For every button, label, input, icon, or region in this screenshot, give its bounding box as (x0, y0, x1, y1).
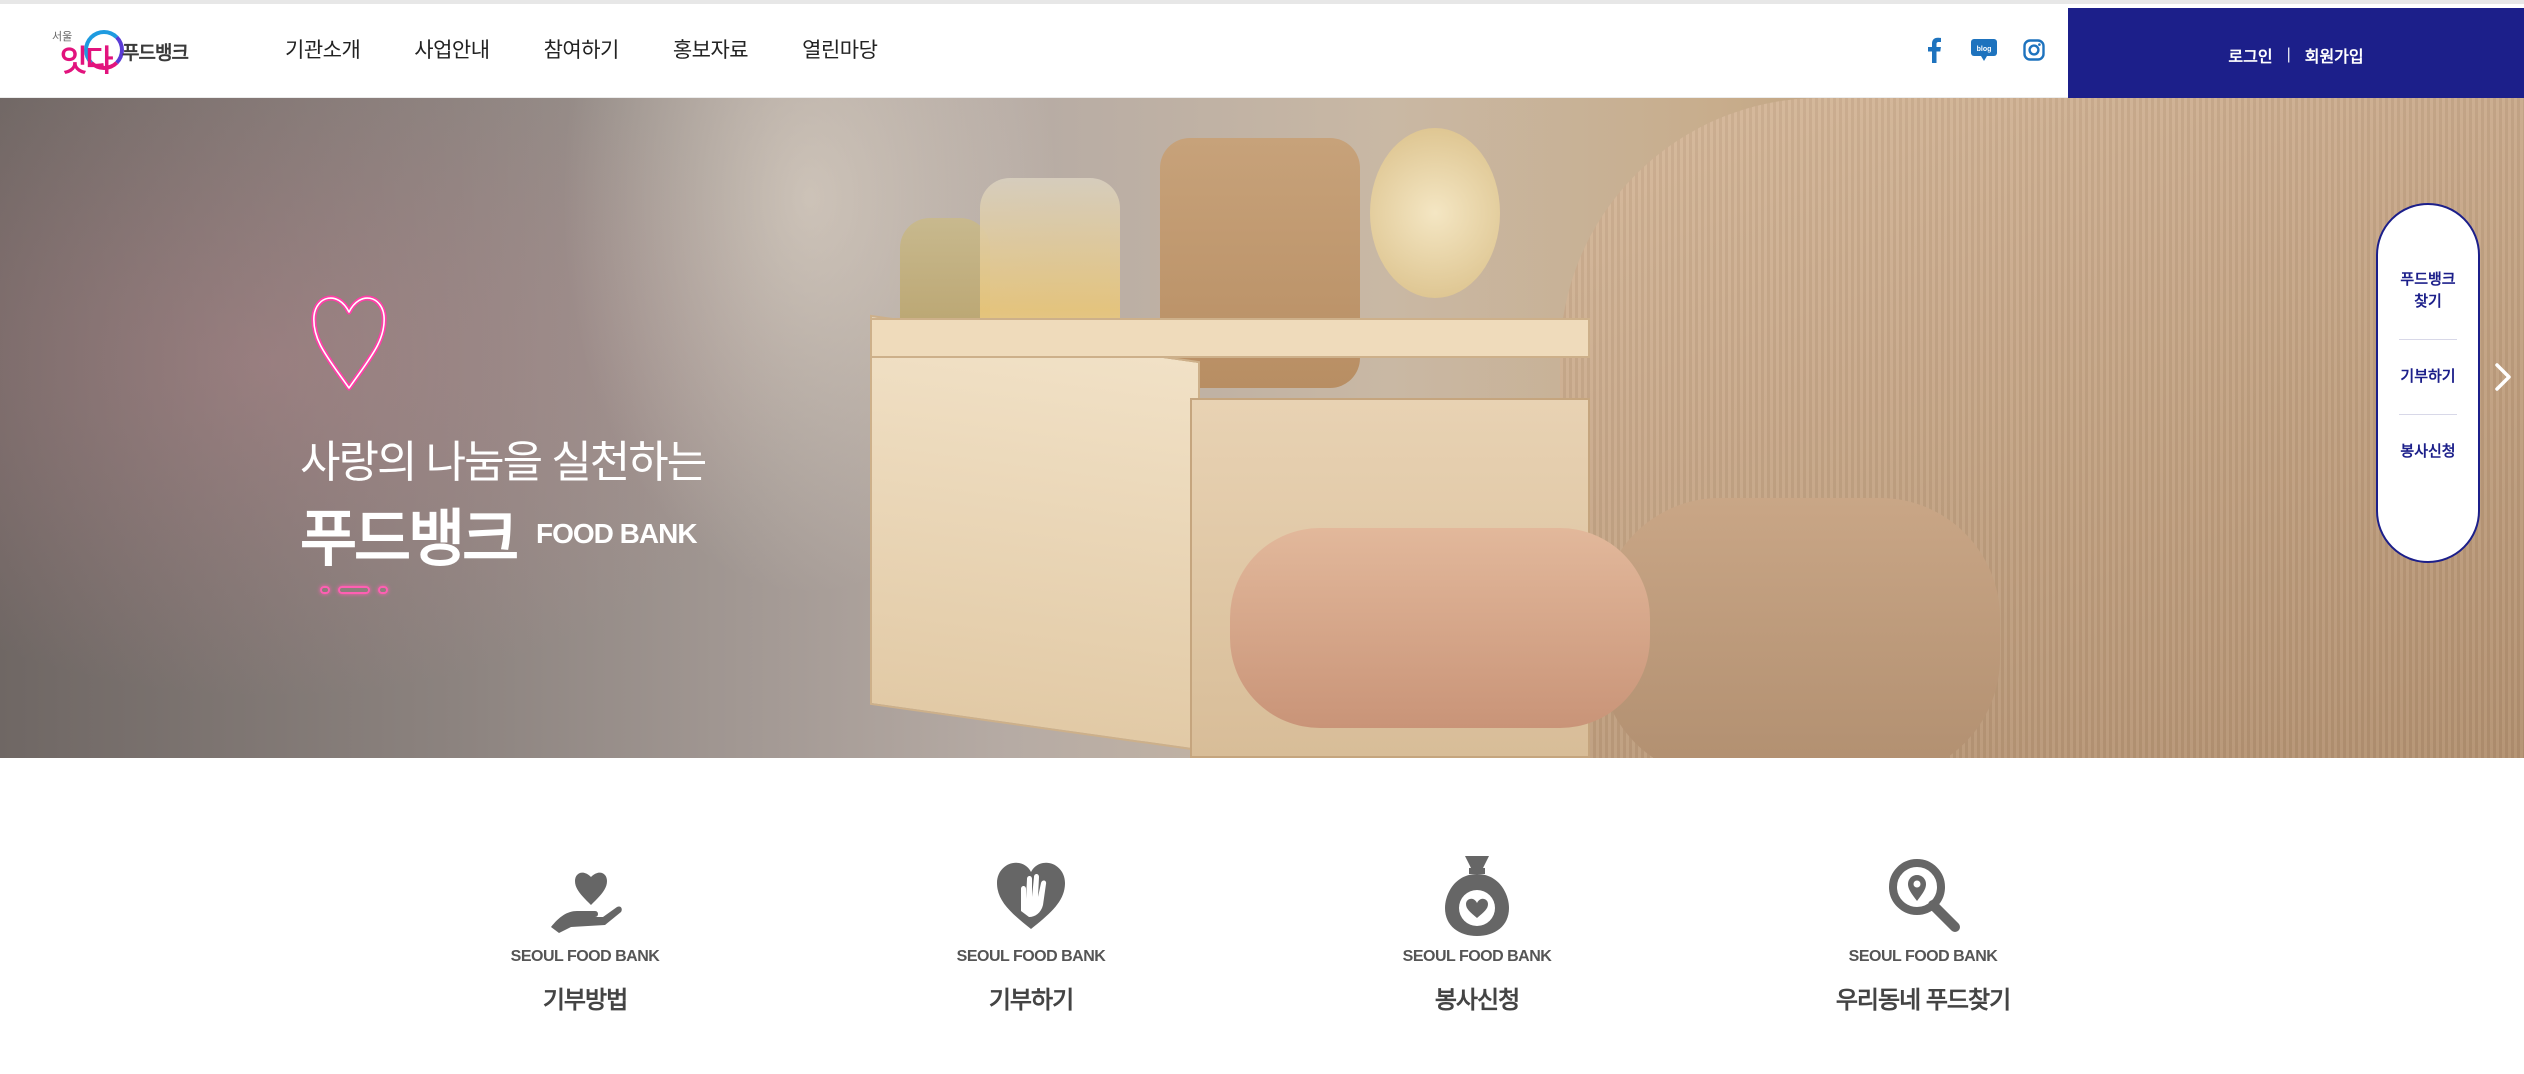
quick-link-en: SEOUL FOOD BANK (956, 948, 1106, 965)
slider-dot[interactable] (378, 586, 388, 594)
quick-link-label: 기부방법 (542, 987, 628, 1014)
money-bag-heart-icon (1432, 850, 1522, 940)
quick-link-en: SEOUL FOOD BANK (510, 948, 660, 965)
heart-give-icon (986, 850, 1076, 940)
quick-menu-divider (2399, 339, 2457, 340)
hero-banner: 사랑의 나눔을 실천하는 푸드뱅크 FOOD BANK (0, 98, 2524, 758)
quick-link-find-local[interactable]: SEOUL FOOD BANK 우리동네 푸드찾기 (1793, 850, 2053, 1015)
login-link[interactable]: 로그인 (2228, 43, 2272, 67)
hero-title-en: FOOD BANK (536, 518, 698, 549)
quick-link-label: 기부하기 (988, 987, 1074, 1014)
auth-separator: | (2286, 46, 2291, 63)
auth-bar: 로그인 | 회원가입 (2068, 8, 2524, 102)
facebook-icon[interactable] (1920, 36, 1948, 64)
quick-menu-donate[interactable]: 기부하기 (2388, 366, 2468, 388)
quick-links-section: SEOUL FOOD BANK 기부방법 SEOUL FOOD BANK 기부하… (0, 758, 2524, 1074)
nav-item-participate[interactable]: 참여하기 (544, 34, 620, 64)
quick-link-donation-method[interactable]: SEOUL FOOD BANK 기부방법 (455, 850, 715, 1015)
slider-dot-active[interactable] (338, 586, 370, 594)
instagram-icon[interactable] (2020, 36, 2048, 64)
hero-jar-image (1370, 128, 1500, 298)
slider-dot[interactable] (320, 586, 330, 594)
hero-hand-image (1230, 528, 1650, 728)
social-links: blog (1920, 36, 2048, 64)
nav-item-about[interactable]: 기관소개 (285, 34, 361, 64)
box-side (870, 314, 1200, 752)
logo-main-text: 잇다 (60, 45, 113, 78)
chevron-right-icon[interactable] (2492, 362, 2514, 392)
nav-item-community[interactable]: 열린마당 (802, 34, 878, 64)
logo-brand-text: 푸드뱅크 (122, 43, 189, 64)
quick-link-volunteer[interactable]: SEOUL FOOD BANK 봉사신청 (1347, 850, 1607, 1015)
slider-dots (320, 586, 388, 594)
quick-link-label: 우리동네 푸드찾기 (1835, 987, 2011, 1014)
quick-link-donate[interactable]: SEOUL FOOD BANK 기부하기 (901, 850, 1161, 1015)
hero-subtitle: 사랑의 나눔을 실천하는 (300, 438, 707, 487)
site-logo[interactable]: 서울 잇다 푸드뱅크 (50, 24, 200, 80)
hero-sleeve-image (1600, 498, 2000, 758)
site-header: 서울 잇다 푸드뱅크 기관소개 사업안내 참여하기 홍보자료 열린마당 blog… (0, 4, 2524, 102)
quick-menu-divider (2399, 414, 2457, 415)
quick-menu-find-foodbank[interactable]: 푸드뱅크 찾기 (2388, 269, 2468, 313)
quick-link-label: 봉사신청 (1434, 987, 1520, 1014)
heart-icon (311, 295, 387, 391)
heart-hand-icon (540, 850, 630, 940)
blog-icon[interactable]: blog (1970, 36, 1998, 64)
quick-link-en: SEOUL FOOD BANK (1848, 948, 1998, 965)
quick-link-en: SEOUL FOOD BANK (1402, 948, 1552, 965)
blog-icon-text: blog (1977, 46, 1992, 53)
signup-link[interactable]: 회원가입 (2305, 43, 2364, 67)
nav-item-business[interactable]: 사업안내 (414, 34, 490, 64)
main-nav: 기관소개 사업안내 참여하기 홍보자료 열린마당 (285, 34, 878, 64)
search-location-icon (1878, 850, 1968, 940)
hero-title: 푸드뱅크 (300, 505, 519, 574)
quick-menu-volunteer[interactable]: 봉사신청 (2388, 441, 2468, 463)
quick-menu: 푸드뱅크 찾기 기부하기 봉사신청 (2376, 203, 2480, 563)
nav-item-pr[interactable]: 홍보자료 (673, 34, 749, 64)
box-top-edge (870, 318, 1590, 358)
